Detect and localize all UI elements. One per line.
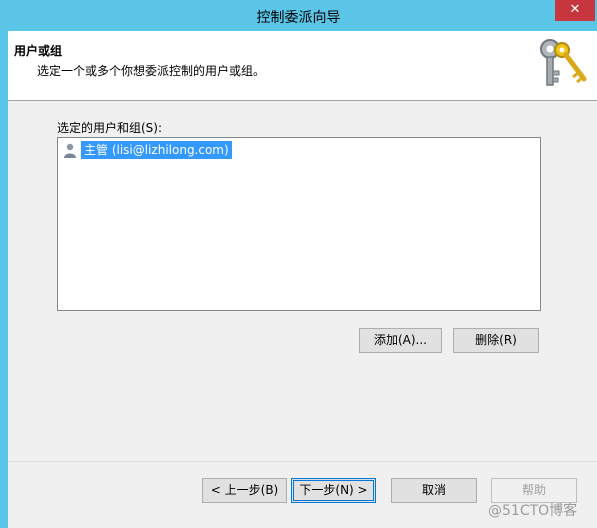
cancel-button[interactable]: 取消 <box>391 478 477 503</box>
title-bar[interactable]: 控制委派向导 ✕ <box>0 0 597 31</box>
wizard-window: 控制委派向导 ✕ 用户或组 选定一个或多个你想委派控制的用户或组。 选定的用户和… <box>0 0 597 528</box>
close-button[interactable]: ✕ <box>555 0 595 21</box>
next-button[interactable]: 下一步(N) > <box>291 478 376 503</box>
window-title: 控制委派向导 <box>256 10 341 26</box>
user-icon <box>64 143 76 158</box>
users-groups-listbox[interactable]: 主管 (lisi@lizhilong.com) <box>57 137 541 311</box>
list-item[interactable]: 主管 (lisi@lizhilong.com) <box>62 141 232 159</box>
add-button[interactable]: 添加(A)... <box>359 328 442 353</box>
watermark: @51CTO博客 <box>488 503 578 519</box>
list-label: 选定的用户和组(S): <box>57 121 163 135</box>
keys-icon <box>540 39 587 86</box>
delete-button[interactable]: 删除(R) <box>453 328 539 353</box>
wizard-body: 选定的用户和组(S): 主管 (lisi@lizhilong.com) 添加(A… <box>8 101 597 461</box>
close-icon: ✕ <box>569 2 581 17</box>
back-button[interactable]: < 上一步(B) <box>202 478 287 503</box>
list-item-label: 主管 (lisi@lizhilong.com) <box>81 141 232 159</box>
page-subtitle: 选定一个或多个你想委派控制的用户或组。 <box>37 64 266 78</box>
page-title: 用户或组 <box>14 44 63 58</box>
wizard-header: 用户或组 选定一个或多个你想委派控制的用户或组。 <box>8 31 597 101</box>
